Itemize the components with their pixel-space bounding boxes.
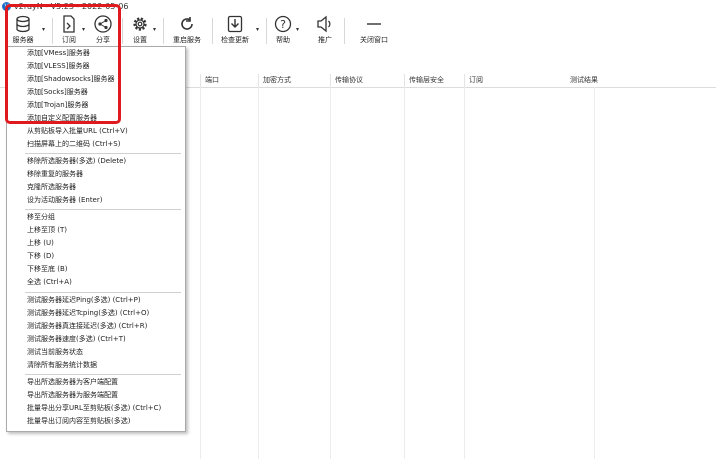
menu-item-add-socks[interactable]: 添加[Socks]服务器 xyxy=(27,86,88,98)
menu-item-move-to-top[interactable]: 上移至顶 (T) xyxy=(27,224,67,236)
menu-item-move-up[interactable]: 上移 (U) xyxy=(27,237,54,249)
settings-label: 设置 xyxy=(133,36,147,44)
grid-line xyxy=(594,87,595,459)
menu-item-test-ping[interactable]: 测试服务器延迟Ping(多选) (Ctrl+P) xyxy=(27,294,141,306)
toolbar-separator xyxy=(122,18,123,44)
close-window-button[interactable]: 关闭窗口 xyxy=(356,14,392,46)
menu-item-select-all[interactable]: 全选 (Ctrl+A) xyxy=(27,276,72,288)
menu-separator xyxy=(25,292,181,293)
menu-item-test-tcping[interactable]: 测试服务器延迟Tcping(多选) (Ctrl+O) xyxy=(27,307,149,319)
minus-icon xyxy=(363,14,385,34)
help-label: 帮助 xyxy=(276,36,290,44)
menu-item-export-server-config[interactable]: 导出所选服务器为服务端配置 xyxy=(27,389,118,401)
menu-item-clone-selected[interactable]: 克隆所选服务器 xyxy=(27,181,76,193)
settings-button[interactable]: 设置 xyxy=(128,14,152,46)
menu-item-remove-selected[interactable]: 移除所选服务器(多选) (Delete) xyxy=(27,155,126,167)
subscription-icon xyxy=(58,14,80,34)
help-dropdown-arrow-icon[interactable]: ▾ xyxy=(296,26,299,33)
speaker-icon xyxy=(314,14,336,34)
subscribe-button[interactable]: 订阅 xyxy=(56,14,82,46)
check-update-dropdown-arrow-icon[interactable]: ▾ xyxy=(256,26,259,33)
column-header-test-result[interactable]: 测试结果 xyxy=(560,74,598,87)
promote-button[interactable]: 推广 xyxy=(314,14,336,46)
settings-dropdown-arrow-icon[interactable]: ▾ xyxy=(153,26,156,33)
column-header-port[interactable]: 端口 xyxy=(200,74,259,87)
menu-item-set-active[interactable]: 设为活动服务器 (Enter) xyxy=(27,194,102,206)
gear-icon xyxy=(129,14,151,34)
close-window-label: 关闭窗口 xyxy=(360,36,388,44)
database-icon xyxy=(12,14,34,34)
refresh-icon xyxy=(176,14,198,34)
check-update-button[interactable]: 检查更新 xyxy=(218,14,252,46)
toolbar-separator xyxy=(344,18,345,44)
menu-item-export-subscription[interactable]: 批量导出订阅内容至剪贴板(多选) xyxy=(27,415,130,427)
question-icon: ? xyxy=(272,14,294,34)
column-header-encryption[interactable]: 加密方式 xyxy=(258,74,331,87)
toolbar: 服务器 ▾ 订阅 ▾ 分享 设置 ▾ 重启服务 检查更新 ▾ ? 帮助 ▾ 推广… xyxy=(0,12,716,49)
download-icon xyxy=(224,14,246,34)
grid-line xyxy=(464,87,465,459)
menu-item-export-client-config[interactable]: 导出所选服务器为客户端配置 xyxy=(27,376,118,388)
column-header-transport[interactable]: 传输协议 xyxy=(330,74,407,87)
toolbar-separator xyxy=(212,18,213,44)
check-update-label: 检查更新 xyxy=(221,36,249,44)
menu-item-scan-qr-code[interactable]: 扫描屏幕上的二维码 (Ctrl+S) xyxy=(27,138,120,150)
menu-item-add-trojan[interactable]: 添加[Trojan]服务器 xyxy=(27,99,88,111)
menu-item-test-speed[interactable]: 测试服务器速度(多选) (Ctrl+T) xyxy=(27,333,126,345)
servers-dropdown-menu: 添加[VMess]服务器 添加[VLESS]服务器 添加[Shadowsocks… xyxy=(6,46,186,432)
menu-item-add-vmess[interactable]: 添加[VMess]服务器 xyxy=(27,47,90,59)
grid-line xyxy=(404,87,405,459)
menu-item-move-to-group[interactable]: 移至分组 xyxy=(27,211,55,223)
menu-item-clear-statistics[interactable]: 清除所有服务统计数据 xyxy=(27,359,97,371)
menu-item-remove-duplicates[interactable]: 移除重复的服务器 xyxy=(27,168,83,180)
toolbar-separator xyxy=(266,18,267,44)
servers-label: 服务器 xyxy=(12,36,34,44)
menu-separator xyxy=(25,209,181,210)
subscribe-label: 订阅 xyxy=(62,36,76,44)
menu-item-test-current-status[interactable]: 测试当前服务状态 xyxy=(27,346,83,358)
app-logo-icon: V xyxy=(2,1,11,11)
reload-service-label: 重启服务 xyxy=(173,36,201,44)
window-title: v2rayN - V5.23 - 2022-05-06 xyxy=(14,1,129,11)
grid-line xyxy=(258,87,259,459)
column-header-subscription[interactable]: 订阅 xyxy=(464,74,565,87)
toolbar-separator xyxy=(163,18,164,44)
menu-item-add-vless[interactable]: 添加[VLESS]服务器 xyxy=(27,60,89,72)
menu-item-export-share-urls[interactable]: 批量导出分享URL至剪贴板(多选) (Ctrl+C) xyxy=(27,402,161,414)
servers-button[interactable]: 服务器 xyxy=(6,14,40,46)
servers-dropdown-arrow-icon[interactable]: ▾ xyxy=(42,26,45,33)
share-icon xyxy=(92,14,114,34)
share-button[interactable]: 分享 xyxy=(90,14,116,46)
reload-service-button[interactable]: 重启服务 xyxy=(170,14,204,46)
subscribe-dropdown-arrow-icon[interactable]: ▾ xyxy=(82,26,85,33)
grid-line xyxy=(330,87,331,459)
menu-item-import-clipboard-urls[interactable]: 从剪贴板导入批量URL (Ctrl+V) xyxy=(27,125,128,137)
svg-text:?: ? xyxy=(280,18,286,31)
menu-item-move-to-bottom[interactable]: 下移至底 (B) xyxy=(27,263,68,275)
menu-item-add-shadowsocks[interactable]: 添加[Shadowsocks]服务器 xyxy=(27,73,115,85)
menu-item-move-down[interactable]: 下移 (D) xyxy=(27,250,54,262)
toolbar-separator xyxy=(52,18,53,44)
menu-item-test-real-delay[interactable]: 测试服务器真连接延迟(多选) (Ctrl+R) xyxy=(27,320,147,332)
promote-label: 推广 xyxy=(318,36,332,44)
title-bar: V v2rayN - V5.23 - 2022-05-06 xyxy=(0,0,716,12)
help-button[interactable]: ? 帮助 xyxy=(272,14,294,46)
menu-separator xyxy=(25,153,181,154)
menu-separator xyxy=(25,374,181,375)
menu-item-add-custom-config[interactable]: 添加自定义配置服务器 xyxy=(27,112,97,124)
share-label: 分享 xyxy=(96,36,110,44)
column-header-tls[interactable]: 传输层安全 xyxy=(404,74,467,87)
grid-line xyxy=(200,87,201,459)
